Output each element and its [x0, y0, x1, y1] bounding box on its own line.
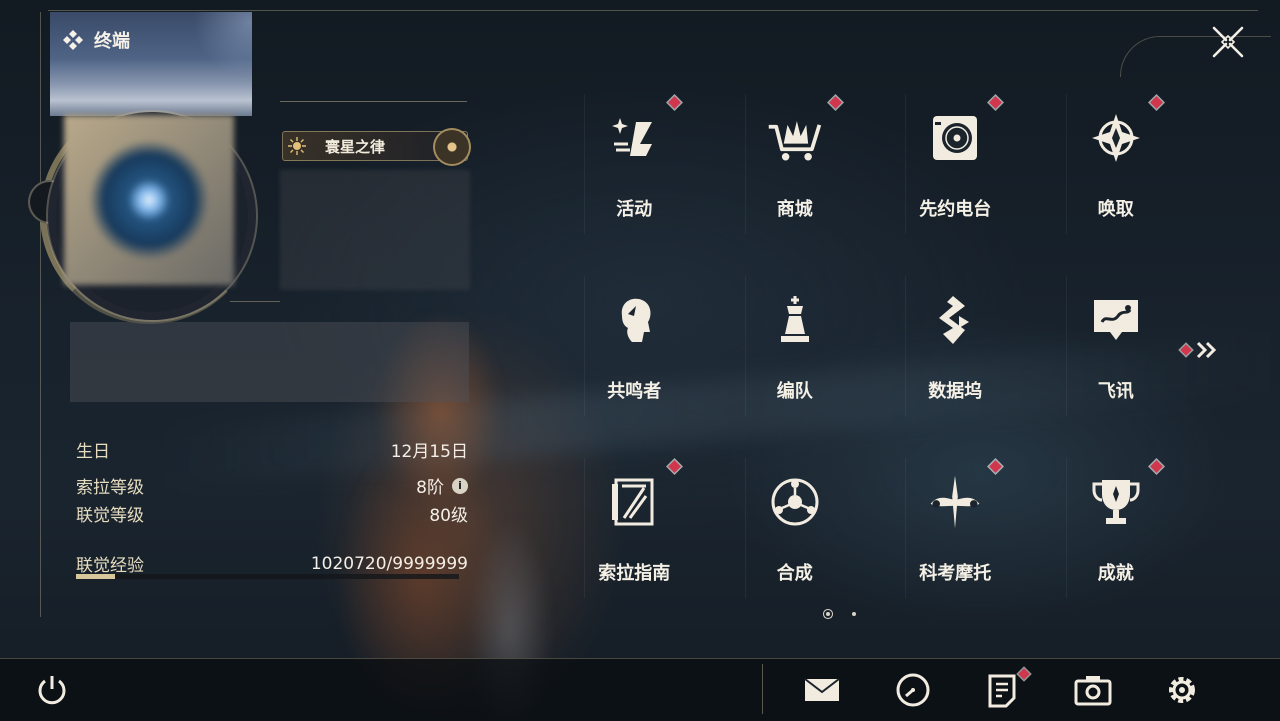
info-row-birthday: 生日 12月15日: [76, 437, 468, 462]
menu-label: 索拉指南: [598, 563, 671, 584]
menu-label: 成就: [1097, 563, 1134, 584]
info-value: 80级: [429, 506, 468, 526]
info-label: 索拉等级: [76, 478, 144, 498]
notification-badge: [989, 460, 1002, 473]
notification-badge: [668, 96, 681, 109]
notice-button[interactable]: [982, 668, 1022, 712]
guide-book-icon: [604, 472, 664, 532]
divider: [230, 301, 280, 302]
close-icon: [1212, 26, 1244, 58]
frame-left-line: [40, 12, 41, 617]
synthesis-icon: [765, 472, 825, 532]
close-button[interactable]: [1206, 20, 1250, 64]
data-dock-icon: [925, 290, 985, 350]
menu-label: 先约电台: [919, 199, 992, 220]
page-title-text: 终端: [94, 31, 130, 52]
info-label: 联觉等级: [76, 506, 144, 526]
menu-item-synthesis[interactable]: 合成: [715, 456, 876, 638]
menu-label: 商城: [776, 199, 813, 220]
info-value: 1020720/9999999: [310, 553, 468, 574]
clock-button[interactable]: [893, 668, 933, 712]
chat-bubble-icon: [1086, 290, 1146, 350]
menu-item-guidebook[interactable]: 索拉指南: [554, 456, 715, 638]
page-indicator[interactable]: [826, 612, 830, 616]
info-value: 8阶 i: [416, 473, 468, 498]
radio-icon: [925, 108, 985, 168]
title-badge[interactable]: 寰星之律: [282, 128, 471, 166]
menu-label: 编队: [776, 381, 813, 402]
bottom-divider: [762, 664, 763, 714]
sun-emblem-icon: [288, 137, 306, 155]
menu-label: 活动: [616, 199, 653, 220]
character-head-icon: [604, 290, 664, 350]
next-page-button[interactable]: [1180, 339, 1222, 361]
compass-star-icon: [1086, 108, 1146, 168]
menu-item-radio[interactable]: 先约电台: [875, 92, 1036, 274]
title-badge-text: 寰星之律: [325, 137, 386, 156]
sola-level-value: 8阶: [416, 478, 444, 498]
info-row-union-exp: 联觉经验 1020720/9999999: [76, 551, 468, 577]
frame-top-line: [48, 10, 1258, 11]
menu-label: 唤取: [1097, 199, 1134, 220]
pagination: [826, 612, 856, 616]
page-indicator[interactable]: [852, 612, 856, 616]
settings-button[interactable]: [1162, 668, 1202, 712]
page-title: 终端: [62, 27, 130, 53]
mail-button[interactable]: [802, 668, 842, 712]
notification-badge: [668, 460, 681, 473]
camera-button[interactable]: [1073, 668, 1113, 712]
menu-item-messages[interactable]: 飞讯: [1036, 274, 1197, 456]
shopping-cart-icon: [765, 108, 825, 168]
trophy-icon: [1086, 472, 1146, 532]
menu-item-team[interactable]: 编队: [715, 274, 876, 456]
info-label: 联觉经验: [76, 556, 144, 576]
menu-item-activity[interactable]: 活动: [554, 92, 715, 274]
clock-icon: [896, 673, 930, 707]
menu-item-convene[interactable]: 唤取: [1036, 92, 1197, 274]
notification-badge: [1149, 460, 1163, 473]
redacted-player-name: [280, 170, 470, 290]
mail-icon: [804, 678, 840, 701]
menu-item-shop[interactable]: 商城: [715, 92, 876, 274]
menu-label: 共鸣者: [607, 381, 662, 402]
title-medal-icon: [433, 128, 471, 166]
double-chevron-right-icon: [1196, 341, 1217, 359]
sparkle-icon: [604, 108, 664, 168]
camera-icon: [1074, 676, 1112, 706]
menu-label: 科考摩托: [919, 563, 992, 584]
redacted-signature: [70, 322, 469, 402]
gear-icon: [1169, 677, 1195, 703]
power-button[interactable]: [32, 668, 72, 712]
info-icon[interactable]: i: [452, 477, 468, 494]
motorbike-icon: [925, 472, 985, 532]
menu-item-data-dock[interactable]: 数据坞: [875, 274, 1036, 456]
notification-badge: [1180, 344, 1192, 356]
divider: [280, 101, 467, 102]
exp-progress-fill: [76, 574, 116, 579]
info-row-sola-level: 索拉等级 8阶 i: [76, 473, 468, 498]
menu-item-motorbike[interactable]: 科考摩托: [875, 456, 1036, 638]
notification-badge: [828, 96, 842, 109]
menu-label: 合成: [776, 563, 813, 584]
menu-item-resonators[interactable]: 共鸣者: [554, 274, 715, 456]
info-row-union-level: 联觉等级 80级: [76, 501, 468, 526]
menu-label: 飞讯: [1097, 381, 1134, 402]
menu-grid: 活动 商城 先约电台 唤取 共鸣者 编队 数据坞 飞讯 索拉指南 合成 科考摩托…: [554, 92, 1196, 632]
info-label: 生日: [76, 442, 110, 462]
menu-item-achievements[interactable]: 成就: [1036, 456, 1197, 638]
avatar[interactable]: [64, 115, 234, 285]
exp-progress-bar: [76, 574, 459, 579]
menu-label: 数据坞: [928, 381, 983, 402]
notification-badge: [989, 96, 1002, 109]
chess-piece-icon: [765, 290, 825, 350]
power-icon: [38, 676, 66, 705]
notice-icon: [988, 674, 1016, 708]
info-value: 12月15日: [390, 442, 468, 462]
terminal-logo-icon: [63, 30, 83, 50]
notification-badge: [1149, 96, 1163, 109]
